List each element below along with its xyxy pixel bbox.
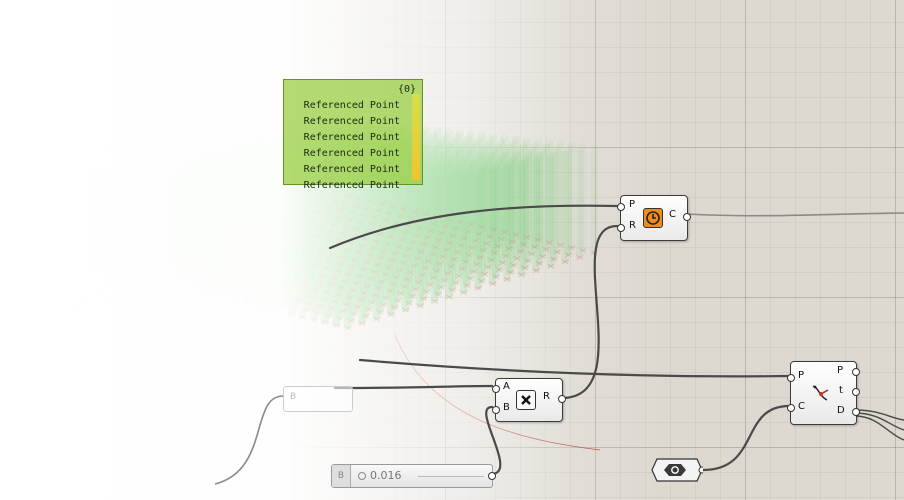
wire-out-d-3[interactable] xyxy=(854,415,904,441)
wire-to-closest-p[interactable] xyxy=(328,204,619,250)
wire-to-curve-closest-p[interactable] xyxy=(358,358,791,378)
ghost-parameter[interactable]: B xyxy=(283,386,353,412)
panel-row: Referenced Point xyxy=(303,180,400,191)
output-p-grip[interactable] xyxy=(852,368,860,376)
output-t-label: t xyxy=(839,385,843,396)
curve-point-icon xyxy=(811,382,831,402)
panel-row: Referenced Point xyxy=(303,164,400,175)
panel-row: Referenced Point xyxy=(303,116,400,127)
slider-value: 0.016 xyxy=(370,469,402,482)
wire-closest-c-out[interactable] xyxy=(685,212,904,217)
output-p-label: P xyxy=(837,365,844,376)
curve-closest-point-component[interactable]: P C P t D xyxy=(787,361,860,425)
output-d-label: D xyxy=(837,405,845,416)
panel-scrollbar[interactable] xyxy=(412,94,420,180)
output-t-grip[interactable] xyxy=(852,388,860,396)
wires-layer xyxy=(214,204,904,485)
input-r-label: R xyxy=(629,220,636,231)
output-r-grip[interactable] xyxy=(558,395,566,403)
input-p-label: P xyxy=(629,199,636,210)
slider-grip-icon[interactable] xyxy=(358,472,366,480)
panel-row: Referenced Point xyxy=(303,148,400,159)
multiply-icon xyxy=(516,390,536,410)
input-p-grip[interactable] xyxy=(787,374,795,382)
input-p-grip[interactable] xyxy=(617,203,625,211)
slider-tag: B xyxy=(332,465,351,487)
wire-ghost-in[interactable] xyxy=(214,395,284,485)
panel-row: Referenced Point xyxy=(303,100,400,111)
slider-output-grip[interactable] xyxy=(488,472,496,480)
input-c-grip[interactable] xyxy=(787,404,795,412)
ghost-parameter-label: B xyxy=(290,392,297,402)
input-a-label: A xyxy=(503,381,510,392)
wire-hex-to-curve-closest-c[interactable] xyxy=(701,404,791,472)
clock-icon xyxy=(643,208,663,228)
number-slider[interactable]: B 0.016 xyxy=(331,464,496,488)
hexagon-nut-icon xyxy=(665,462,687,478)
closest-point-component[interactable]: P R C xyxy=(617,195,691,241)
input-b-label: B xyxy=(503,402,510,413)
slider-track[interactable] xyxy=(418,476,484,477)
input-c-label: C xyxy=(798,401,805,412)
curve-parameter[interactable] xyxy=(651,458,706,482)
output-c-label: C xyxy=(669,209,676,220)
panel-row: Referenced Point xyxy=(303,132,400,143)
multiply-component[interactable]: A B R xyxy=(492,378,566,422)
panel[interactable]: {0} Referenced Point Referenced Point Re… xyxy=(283,79,423,191)
output-c-grip[interactable] xyxy=(683,213,691,221)
input-r-grip[interactable] xyxy=(617,224,625,232)
input-p-label: P xyxy=(798,370,805,381)
wire-out-d-2[interactable] xyxy=(854,412,904,431)
output-r-label: R xyxy=(543,391,550,402)
input-b-grip[interactable] xyxy=(492,406,500,414)
output-d-grip[interactable] xyxy=(852,408,860,416)
wire-to-multiply-a[interactable] xyxy=(333,384,494,390)
input-a-grip[interactable] xyxy=(492,385,500,393)
